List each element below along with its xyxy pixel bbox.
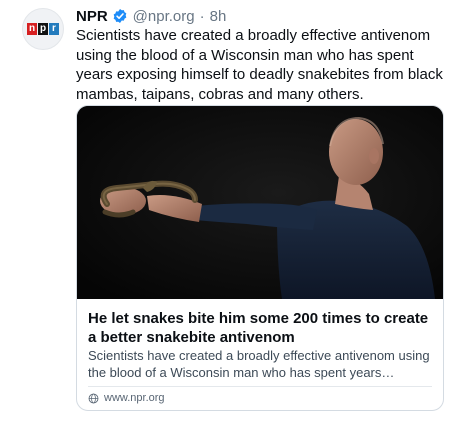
card-source-domain[interactable]: www.npr.org: [104, 392, 165, 404]
man-with-snake-photo: [77, 106, 443, 299]
logo-letter-p: p: [38, 23, 48, 35]
post-timestamp[interactable]: 8h: [210, 8, 227, 25]
globe-icon: [88, 393, 99, 403]
logo-letter-n: n: [27, 23, 37, 35]
npr-logo: n p r: [27, 23, 59, 35]
author-handle[interactable]: @npr.org: [133, 8, 195, 25]
header-separator: ·: [199, 7, 205, 25]
card-title[interactable]: He let snakes bite him some 200 times to…: [88, 309, 434, 347]
card-description: Scientists have created a broadly effect…: [88, 348, 430, 380]
social-post[interactable]: n p r NPR @npr.org · 8h Scientists have …: [0, 0, 460, 424]
card-image[interactable]: [77, 106, 443, 299]
card-divider: [88, 386, 432, 387]
author-name[interactable]: NPR: [76, 8, 108, 25]
logo-letter-r: r: [49, 23, 59, 35]
author-avatar[interactable]: n p r: [22, 8, 64, 50]
link-preview-card[interactable]: He let snakes bite him some 200 times to…: [76, 105, 444, 411]
post-header: NPR @npr.org · 8h: [76, 6, 226, 26]
post-text: Scientists have created a broadly effect…: [76, 27, 443, 103]
verified-check-icon: [113, 9, 127, 23]
card-source[interactable]: www.npr.org: [88, 389, 165, 407]
